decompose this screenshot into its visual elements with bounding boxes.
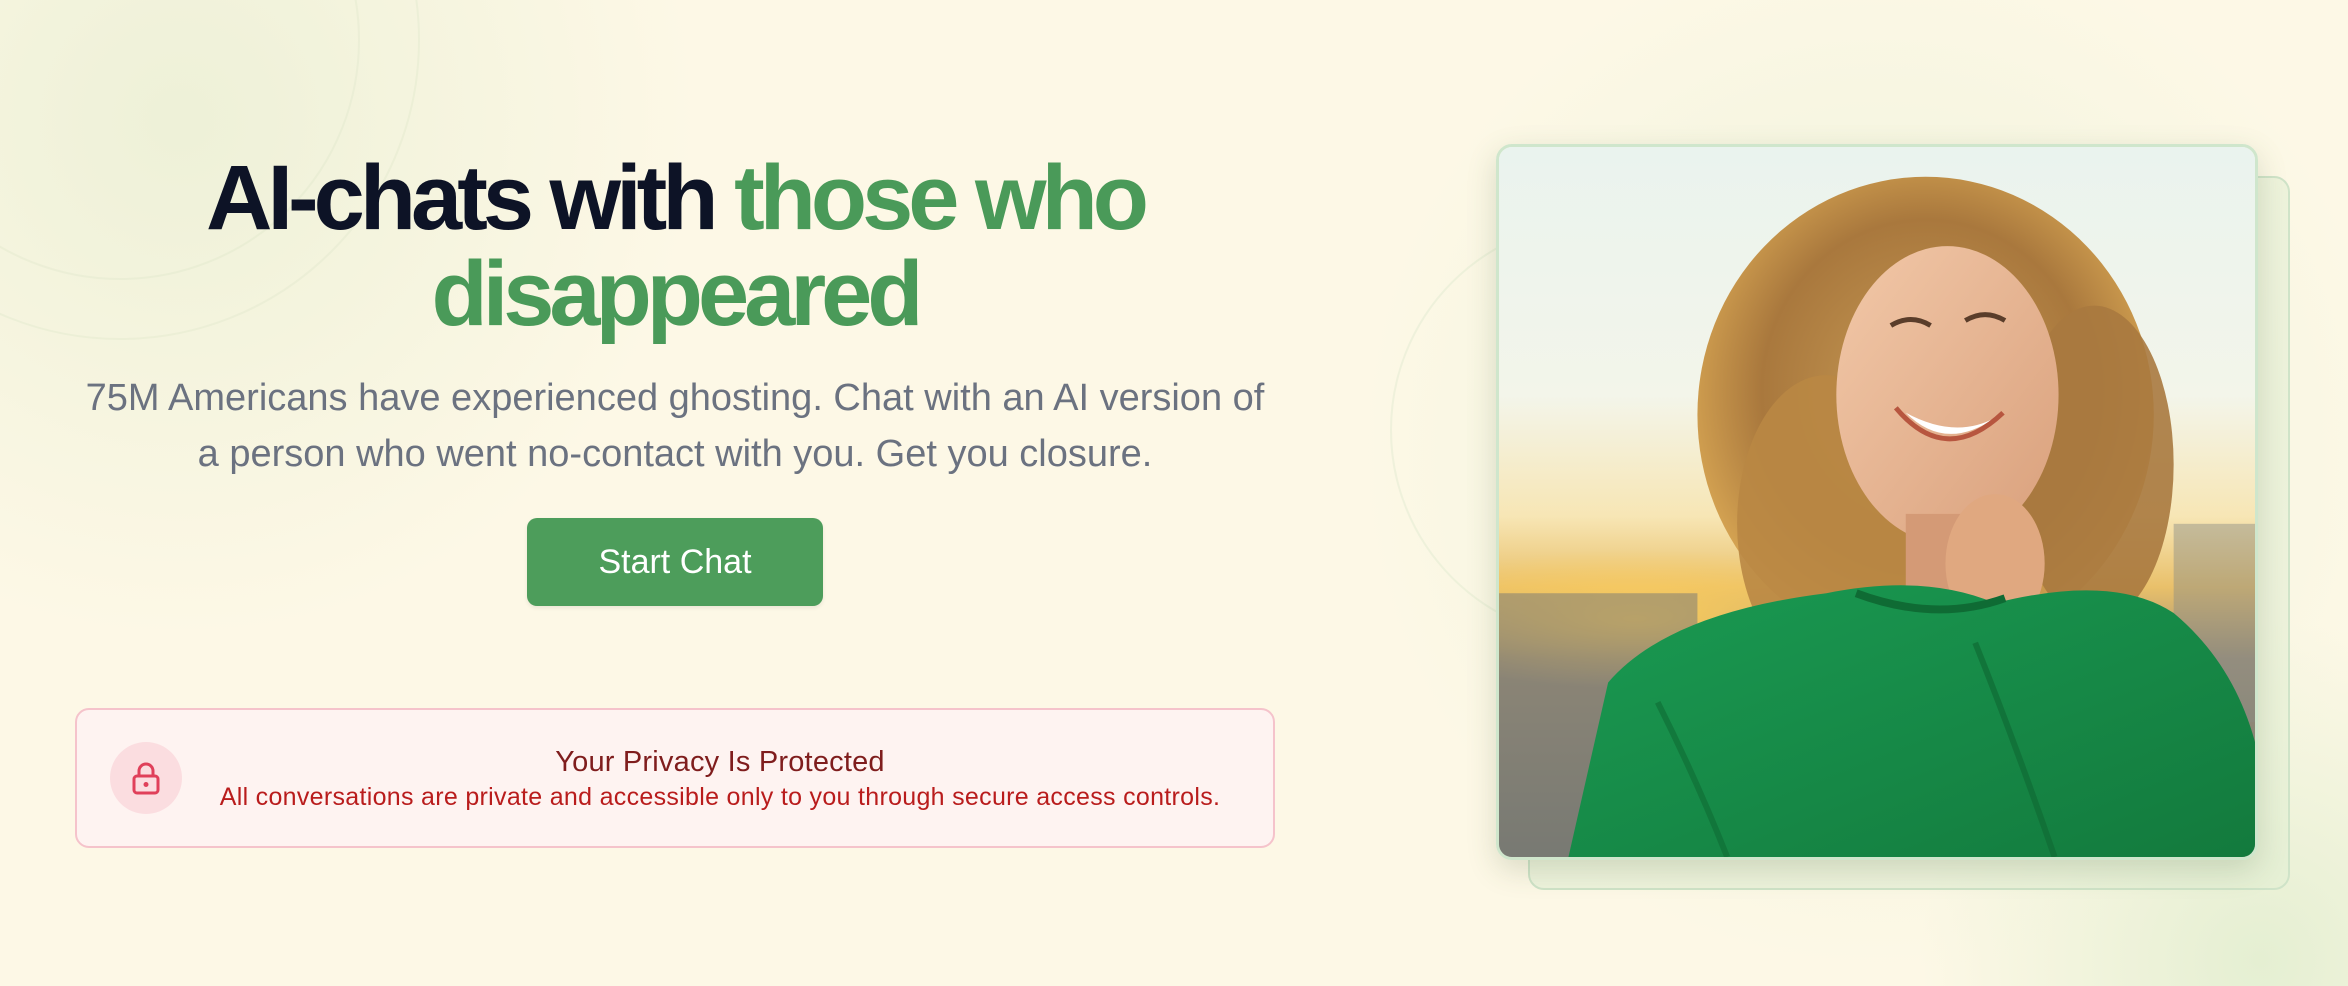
headline-accent-text-2: disappeared [431,243,924,345]
privacy-notice: Your Privacy Is Protected All conversati… [75,708,1275,848]
start-chat-button[interactable]: Start Chat [527,518,823,606]
hero-section: AI-chats with those who disappeared 75M … [60,150,1290,606]
lock-icon [110,742,182,814]
hero-subtitle: 75M Americans have experienced ghosting.… [85,377,1265,475]
privacy-description: All conversations are private and access… [219,783,1221,811]
privacy-text: Your Privacy Is Protected All conversati… [207,744,1233,814]
landing-page: AI-chats with those who disappeared 75M … [0,0,2348,986]
headline-dark-text: AI-chats with [206,147,735,249]
privacy-title: Your Privacy Is Protected [555,746,885,778]
headline-accent-text-1: those who [734,147,1149,249]
hero-headline: AI-chats with those who disappeared [60,150,1290,342]
smiling-woman-photo [1496,144,2258,860]
